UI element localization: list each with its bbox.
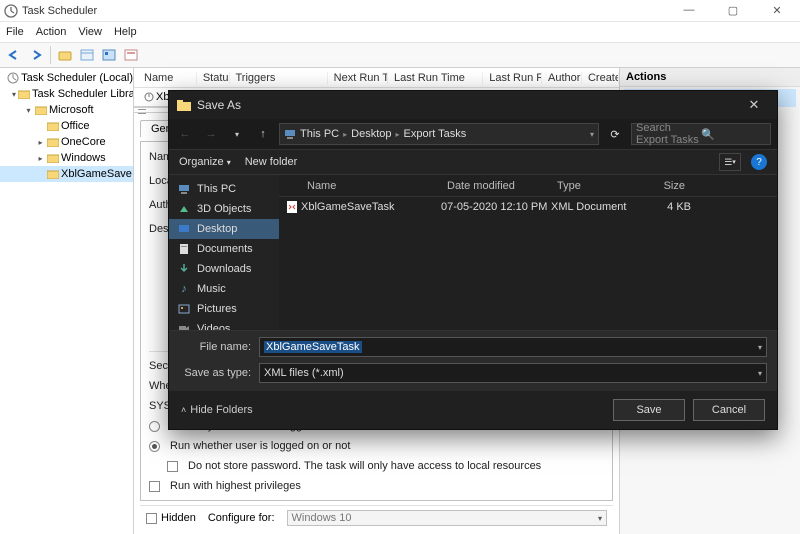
hide-folders-button[interactable]: ˄Hide Folders — [181, 404, 253, 416]
label-filename: File name: — [179, 341, 251, 353]
toolbar-icon-1[interactable] — [55, 45, 75, 65]
col-triggers[interactable]: Triggers — [230, 72, 328, 84]
dialog-close-button[interactable]: ✕ — [739, 97, 769, 113]
dialog-title: Save As — [197, 98, 739, 112]
new-folder-button[interactable]: New folder — [245, 156, 298, 168]
nav-recent-button[interactable]: ▾ — [227, 130, 247, 139]
tree-library[interactable]: ▾Task Scheduler Library — [0, 86, 133, 102]
xml-file-icon — [285, 200, 299, 214]
minimize-button[interactable]: — — [674, 4, 704, 17]
check-no-store[interactable]: Do not store password. The task will onl… — [149, 458, 604, 474]
dcol-type[interactable]: Type — [551, 180, 641, 192]
menu-action[interactable]: Action — [36, 26, 67, 38]
nav-forward-button[interactable]: → — [201, 128, 221, 140]
breadcrumb[interactable]: This PC▸ Desktop▸ Export Tasks ▾ — [279, 123, 599, 145]
side-pictures[interactable]: Pictures — [169, 299, 279, 319]
tree-pane: Task Scheduler (Local) ▾Task Scheduler L… — [0, 68, 134, 534]
search-box[interactable]: Search Export Tasks🔍 — [631, 123, 771, 145]
side-documents[interactable]: Documents — [169, 239, 279, 259]
back-button[interactable] — [4, 45, 24, 65]
crumb-desktop[interactable]: Desktop — [351, 128, 391, 140]
col-last-result[interactable]: Last Run Result — [483, 72, 542, 84]
view-mode-button[interactable]: ☰ ▾ — [719, 153, 741, 171]
menu-view[interactable]: View — [78, 26, 102, 38]
cancel-button[interactable]: Cancel — [693, 399, 765, 421]
label-configure-for: Configure for: — [208, 512, 275, 524]
window-title: Task Scheduler — [22, 5, 674, 17]
close-button[interactable]: ✕ — [762, 4, 792, 17]
side-3dobjects[interactable]: 3D Objects — [169, 199, 279, 219]
check-highest[interactable]: Run with highest privileges — [149, 478, 604, 494]
tree-office[interactable]: Office — [0, 118, 133, 134]
check-hidden[interactable]: Hidden — [146, 512, 196, 524]
side-thispc[interactable]: This PC — [169, 179, 279, 199]
nav-up-button[interactable]: ↑ — [253, 128, 273, 140]
search-icon: 🔍 — [701, 128, 766, 141]
help-button[interactable]: ? — [751, 154, 767, 170]
toolbar-icon-3[interactable] — [99, 45, 119, 65]
toolbar — [0, 42, 800, 68]
save-as-dialog: Save As ✕ ← → ▾ ↑ This PC▸ Desktop▸ Expo… — [168, 90, 778, 430]
dcol-date[interactable]: Date modified — [441, 180, 551, 192]
radio-run-whether[interactable]: Run whether user is logged on or not — [149, 438, 604, 454]
folder-icon — [177, 98, 191, 112]
filename-input[interactable]: XblGameSaveTask▾ — [259, 337, 767, 357]
tree-windows[interactable]: ▸Windows — [0, 150, 133, 166]
task-scheduler-icon — [4, 4, 18, 18]
label-savetype: Save as type: — [179, 367, 251, 379]
side-videos[interactable]: Videos — [169, 319, 279, 330]
filelist-header: Name Date modified Type Size — [279, 175, 777, 197]
col-status[interactable]: Status — [197, 72, 230, 84]
side-downloads[interactable]: Downloads — [169, 259, 279, 279]
menu-help[interactable]: Help — [114, 26, 137, 38]
col-author[interactable]: Author — [542, 72, 582, 84]
side-music[interactable]: ♪Music — [169, 279, 279, 299]
pc-icon — [284, 129, 296, 139]
window-titlebar: Task Scheduler — ▢ ✕ — [0, 0, 800, 22]
forward-button[interactable] — [26, 45, 46, 65]
dialog-sidebar: This PC 3D Objects Desktop Documents Dow… — [169, 175, 279, 330]
tree-microsoft[interactable]: ▾Microsoft — [0, 102, 133, 118]
toolbar-icon-4[interactable] — [121, 45, 141, 65]
col-created[interactable]: Created — [582, 72, 619, 84]
col-name[interactable]: Name — [138, 72, 197, 84]
col-last-run[interactable]: Last Run Time — [388, 72, 483, 84]
organize-button[interactable]: Organize ▾ — [179, 156, 231, 168]
col-next-run[interactable]: Next Run Time — [328, 72, 388, 84]
menu-file[interactable]: File — [6, 26, 24, 38]
chevron-up-icon: ˄ — [181, 405, 186, 415]
tree-onecore[interactable]: ▸OneCore — [0, 134, 133, 150]
toolbar-icon-2[interactable] — [77, 45, 97, 65]
dcol-name[interactable]: Name — [301, 180, 441, 192]
tree-xblgamesave[interactable]: XblGameSave — [0, 166, 133, 182]
crumb-exporttasks[interactable]: Export Tasks — [404, 128, 467, 140]
savetype-dropdown[interactable]: XML files (*.xml)▾ — [259, 363, 767, 383]
configure-for-dropdown[interactable]: Windows 10▾ — [287, 510, 607, 526]
refresh-button[interactable]: ⟳ — [605, 128, 625, 141]
task-icon — [144, 92, 154, 102]
dcol-size[interactable]: Size — [641, 180, 691, 192]
save-button[interactable]: Save — [613, 399, 685, 421]
file-row[interactable]: XblGameSaveTask 07-05-2020 12:10 PM XML … — [279, 197, 777, 217]
maximize-button[interactable]: ▢ — [718, 4, 748, 17]
crumb-thispc[interactable]: This PC — [300, 128, 339, 140]
menubar: File Action View Help — [0, 22, 800, 42]
tree-root[interactable]: Task Scheduler (Local) — [0, 70, 133, 86]
task-list-header: Name Status Triggers Next Run Time Last … — [134, 68, 619, 88]
nav-back-button[interactable]: ← — [175, 128, 195, 140]
side-desktop[interactable]: Desktop — [169, 219, 279, 239]
actions-header: Actions — [620, 68, 800, 87]
